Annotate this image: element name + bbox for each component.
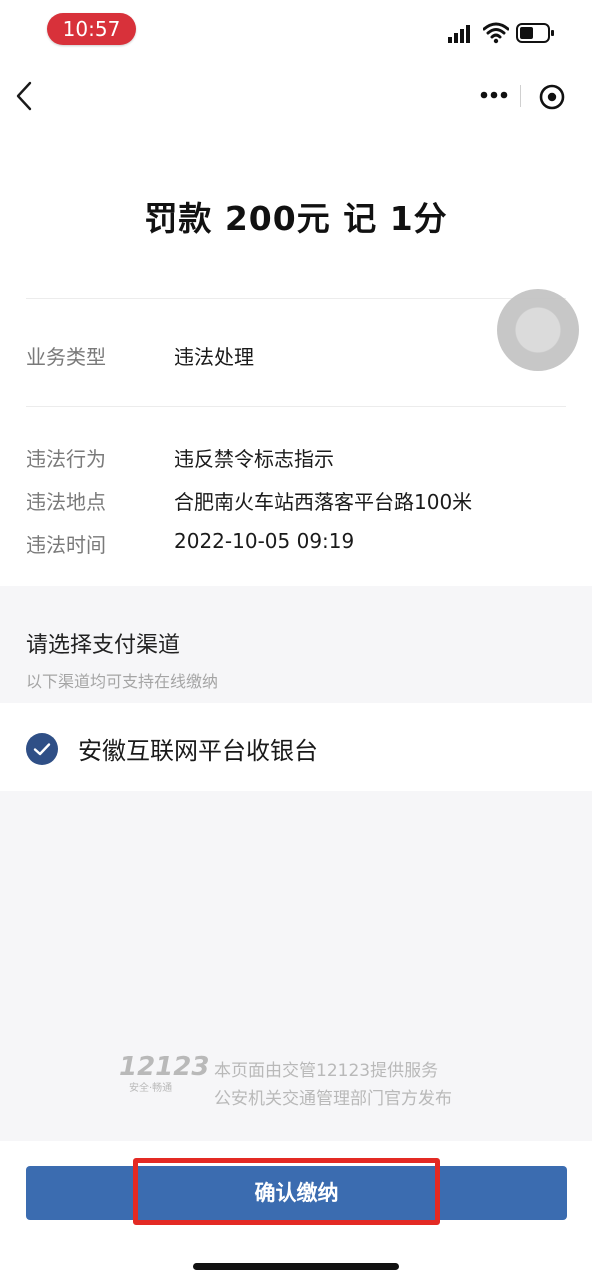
nav-bar xyxy=(0,60,592,140)
footer-official-text: 公安机关交通管理部门官方发布 xyxy=(214,1089,452,1109)
logo-slogan: 安全·畅通 xyxy=(129,1083,173,1094)
bottom-bar: 确认缴纳 xyxy=(0,1141,592,1280)
capsule-divider xyxy=(520,85,521,107)
footer-service-text: 本页面由交管12123提供服务 xyxy=(214,1061,439,1081)
violation-location-label: 违法地点 xyxy=(26,490,106,514)
mini-program-capsule xyxy=(472,76,580,116)
home-indicator[interactable] xyxy=(193,1263,399,1270)
close-target-icon[interactable] xyxy=(538,83,566,111)
fine-summary: 罚款 200元 记 1分 xyxy=(144,199,448,238)
business-type-label: 业务类型 xyxy=(26,345,106,369)
violation-time-label: 违法时间 xyxy=(26,533,106,557)
more-dots-icon[interactable] xyxy=(480,90,510,100)
checkmark-icon[interactable] xyxy=(26,733,58,765)
payment-channel-title: 请选择支付渠道 xyxy=(26,633,181,658)
status-bar: 10:57 xyxy=(0,0,592,60)
highlight-box xyxy=(133,1158,440,1225)
floating-assistive-ball[interactable] xyxy=(497,289,579,371)
logo-12123: 12123 xyxy=(119,1052,210,1082)
divider xyxy=(26,298,566,299)
status-time: 10:57 xyxy=(47,13,136,45)
payment-channel-subtitle: 以下渠道均可支持在线缴纳 xyxy=(26,672,219,691)
violation-location-value: 合肥南火车站西落客平台路100米 xyxy=(174,490,473,514)
payment-channel-option[interactable]: 安徽互联网平台收银台 xyxy=(0,703,592,791)
payment-channel-label: 安徽互联网平台收银台 xyxy=(78,737,318,765)
battery-icon xyxy=(516,23,554,43)
business-type-value: 违法处理 xyxy=(174,345,254,369)
violation-behavior-value: 违反禁令标志指示 xyxy=(174,447,334,471)
wifi-icon xyxy=(483,22,509,44)
violation-behavior-label: 违法行为 xyxy=(26,447,106,471)
violation-time-value: 2022-10-05 09:19 xyxy=(174,529,355,553)
back-arrow-icon[interactable] xyxy=(10,78,40,114)
cellular-signal-icon xyxy=(448,25,470,43)
divider xyxy=(26,406,566,407)
